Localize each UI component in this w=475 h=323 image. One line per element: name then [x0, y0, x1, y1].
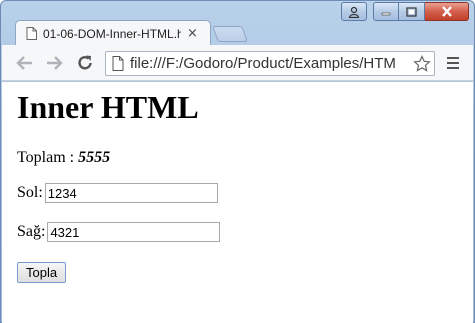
address-bar[interactable]: file:///F:/Godoro/Product/Examples/HTM: [105, 51, 435, 76]
back-button[interactable]: [13, 51, 37, 75]
browser-tab[interactable]: 01-06-DOM-Inner-HTML.h ×: [15, 20, 211, 46]
total-label: Toplam :: [17, 149, 79, 166]
close-window-button[interactable]: [425, 2, 469, 21]
page-heading: Inner HTML: [17, 89, 199, 125]
forward-button[interactable]: [42, 51, 66, 75]
page-content: Inner HTML Toplam : 5555 Sol: Sağ: Topla: [2, 82, 473, 323]
reload-icon: [78, 55, 92, 70]
browser-window: 01-06-DOM-Inner-HTML.h × file:///F:/Godo…: [0, 0, 475, 323]
minimize-button[interactable]: [373, 2, 399, 21]
right-label: Sağ:: [17, 223, 46, 240]
maximize-icon: [406, 6, 417, 17]
right-operand-row: Sağ:: [17, 222, 221, 242]
user-button[interactable]: [341, 2, 367, 21]
maximize-button[interactable]: [399, 2, 425, 21]
url-text: file:///F:/Godoro/Product/Examples/HTM: [130, 55, 396, 72]
arrow-right-icon: [47, 56, 63, 70]
reload-button[interactable]: [73, 51, 97, 75]
total-value: 5555: [78, 149, 111, 166]
new-tab-button[interactable]: [212, 26, 248, 42]
tab-title: 01-06-DOM-Inner-HTML.h: [43, 26, 181, 41]
tab-close-button[interactable]: ×: [187, 26, 198, 41]
sum-button[interactable]: Topla: [17, 262, 67, 283]
total-line: Toplam : 5555: [17, 149, 110, 167]
window-controls: [341, 2, 469, 21]
user-icon: [348, 6, 360, 18]
hamburger-menu-icon[interactable]: [442, 52, 464, 74]
page-icon: [26, 27, 37, 40]
right-input[interactable]: [47, 222, 221, 242]
left-label: Sol:: [17, 184, 43, 201]
left-input[interactable]: [44, 183, 218, 203]
minimize-icon: [381, 12, 391, 15]
left-operand-row: Sol:: [17, 183, 218, 203]
file-icon: [112, 56, 124, 71]
bookmark-button[interactable]: [412, 54, 432, 74]
browser-toolbar: file:///F:/Godoro/Product/Examples/HTM: [2, 45, 473, 81]
star-icon: [413, 55, 431, 72]
close-icon: [441, 6, 452, 17]
arrow-left-icon: [16, 56, 32, 70]
